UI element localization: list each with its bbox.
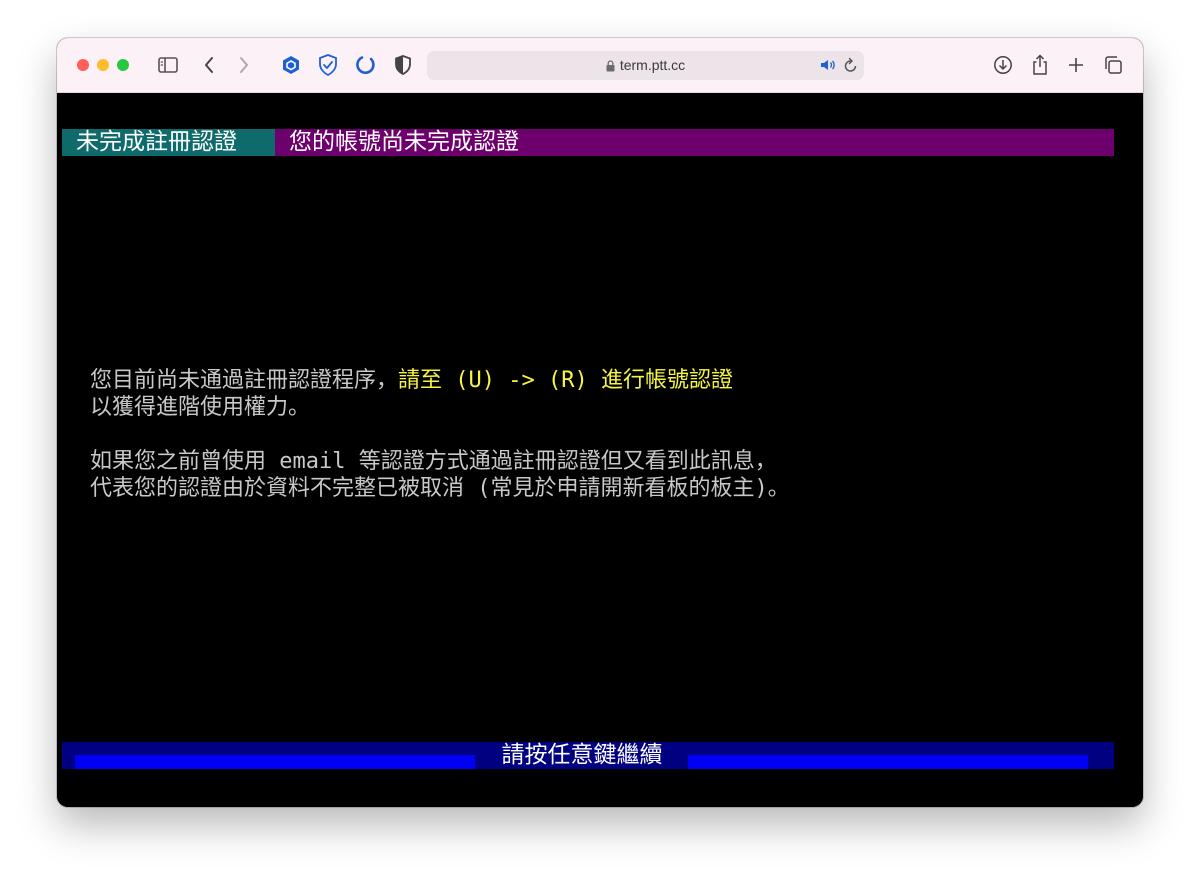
address-bar[interactable]: term.ptt.cc [427, 51, 864, 80]
privacy-shield-icon[interactable] [390, 52, 416, 78]
shield-check-icon[interactable] [315, 52, 341, 78]
verification-instruction: 請至 (U) -> (R) 進行帳號認證 [398, 368, 733, 393]
minimize-window-button[interactable] [97, 59, 109, 71]
forward-icon[interactable] [231, 52, 257, 78]
message-line-4: 代表您的認證由於資料不完整已被取消 (常見於申請開新看板的板主)。 [90, 476, 790, 501]
message-line-2: 以獲得進階使用權力。 [90, 395, 311, 420]
lock-icon [606, 60, 615, 72]
message-line-1-text: 您目前尚未通過註冊認證程序， [90, 368, 399, 393]
sidebar-icon[interactable] [155, 52, 181, 78]
extension-hexagon-icon[interactable] [278, 52, 304, 78]
share-icon[interactable] [1027, 52, 1053, 78]
bottom-stripe-left [75, 755, 475, 769]
speaker-icon[interactable] [820, 57, 836, 76]
reload-icon[interactable] [844, 57, 858, 77]
status-bar: 未完成註冊認證 您的帳號尚未完成認證 [62, 129, 1114, 156]
downloads-icon[interactable] [990, 52, 1016, 78]
press-any-key-text: 請按任意鍵繼續 [501, 742, 663, 768]
message-line-1: 您目前尚未通過註冊認證程序，請至 (U) -> (R) 進行帳號認證 [90, 367, 733, 394]
status-tag: 未完成註冊認證 [62, 129, 275, 156]
bottom-stripe-right [688, 755, 1088, 769]
press-any-key-bar[interactable]: 請按任意鍵繼續 [62, 742, 1114, 769]
browser-window: term.ptt.cc 未完成註冊認證 您的帳號尚未完成認證 您目前尚未通過註冊… [57, 38, 1143, 807]
zoom-window-button[interactable] [117, 59, 129, 71]
address-url: term.ptt.cc [619, 57, 686, 73]
terminal-screen[interactable]: 未完成註冊認證 您的帳號尚未完成認證 您目前尚未通過註冊認證程序，請至 (U) … [57, 93, 1143, 807]
tab-overview-icon[interactable] [1100, 52, 1126, 78]
loading-spinner-icon[interactable] [352, 52, 378, 78]
new-tab-icon[interactable] [1063, 52, 1089, 78]
close-window-button[interactable] [77, 59, 89, 71]
back-icon[interactable] [196, 52, 222, 78]
browser-toolbar: term.ptt.cc [57, 38, 1143, 93]
message-line-3: 如果您之前曾使用 email 等認證方式通過註冊認證但又看到此訊息， [90, 449, 777, 474]
address-text-container: term.ptt.cc [427, 57, 864, 73]
status-message: 您的帳號尚未完成認證 [289, 129, 519, 155]
